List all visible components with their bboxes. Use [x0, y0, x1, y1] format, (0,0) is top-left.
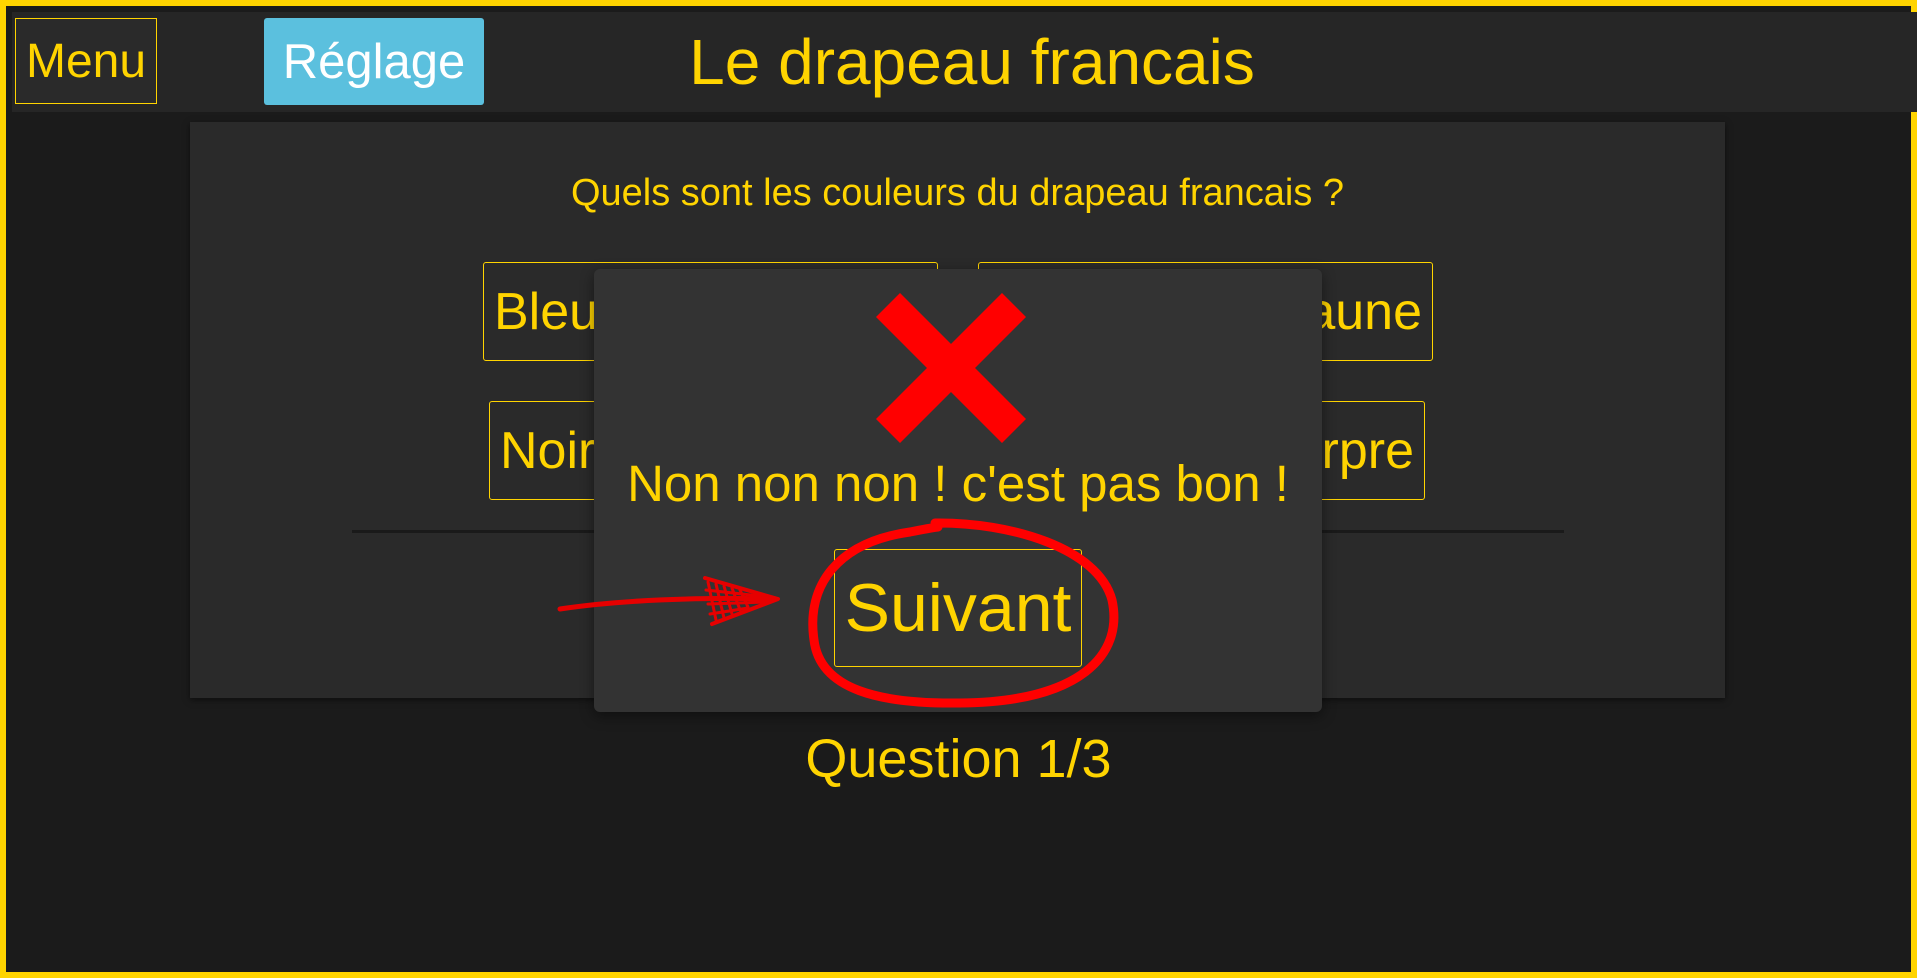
result-dialog: Non non non ! c'est pas bon ! Suivant — [594, 269, 1322, 712]
settings-button[interactable]: Réglage — [264, 18, 484, 105]
result-message: Non non non ! c'est pas bon ! — [627, 455, 1289, 512]
next-button[interactable]: Suivant — [834, 549, 1082, 667]
page-title: Le drapeau francais — [689, 26, 1255, 98]
question-text: Quels sont les couleurs du drapeau franc… — [570, 172, 1345, 214]
top-bar: Menu Réglage Le drapeau francais — [12, 12, 1917, 112]
close-icon — [876, 293, 1026, 443]
menu-button[interactable]: Menu — [15, 18, 157, 104]
question-progress: Question 1/3 — [805, 729, 1112, 789]
